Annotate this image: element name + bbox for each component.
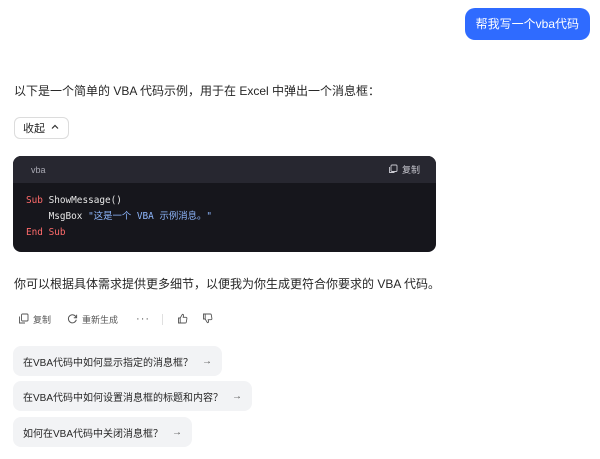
code-language-label: vba [31, 164, 46, 175]
code-copy-button[interactable]: 复制 [388, 163, 420, 176]
arrow-right-icon: → [172, 426, 183, 438]
copy-icon [388, 164, 398, 176]
suggestion-chip[interactable]: 在VBA代码中如何显示指定的消息框？ → [13, 346, 223, 376]
regenerate-button[interactable]: 重新生成 [67, 313, 118, 326]
collapse-label: 收起 [23, 123, 45, 135]
suggestion-text: 在VBA代码中如何显示指定的消息框？ [23, 357, 194, 369]
more-options-button[interactable]: ··· [136, 313, 150, 325]
thumbs-down-icon [202, 313, 213, 326]
chevron-up-icon [50, 122, 60, 135]
regenerate-label: 重新生成 [82, 314, 119, 325]
arrow-right-icon: → [232, 390, 243, 402]
collapse-button[interactable]: 收起 [14, 117, 69, 139]
suggestion-text: 在VBA代码中如何设置消息框的标题和内容？ [23, 392, 224, 404]
reply-followup-text: 你可以根据具体需求提供更多细节，以便我为你生成更符合你要求的 VBA 代码。 [14, 277, 441, 291]
code-string: "这是一个 VBA 示例消息。" [82, 211, 212, 222]
code-content: Sub ShowMessage() MsgBox "这是一个 VBA 示例消息。… [13, 183, 436, 251]
code-text: MsgBox [48, 211, 83, 222]
reply-intro-text: 以下是一个简单的 VBA 代码示例，用于在 Excel 中弹出一个消息框： [14, 84, 381, 98]
user-message-bubble: 帮我写一个vba代码 [464, 8, 590, 40]
code-line-1: Sub ShowMessage() [26, 195, 122, 206]
code-block-header: vba 复制 [13, 156, 436, 183]
message-actions-bar: 复制 重新生成 ··· [18, 311, 213, 327]
dislike-button[interactable] [202, 313, 213, 326]
code-keyword: Sub [26, 195, 43, 206]
copy-icon [18, 313, 29, 326]
code-line-3: End Sub [26, 227, 66, 238]
copy-reply-button[interactable]: 复制 [18, 313, 51, 326]
suggestion-text: 如何在VBA代码中关闭消息框？ [23, 428, 164, 440]
thumbs-up-icon [177, 313, 188, 326]
arrow-right-icon: → [202, 355, 213, 367]
copy-reply-label: 复制 [33, 314, 52, 325]
like-button[interactable] [177, 313, 188, 326]
code-copy-label: 复制 [401, 165, 420, 175]
code-text: ShowMessage() [42, 195, 122, 206]
code-line-2: MsgBox "这是一个 VBA 示例消息。" [26, 211, 212, 222]
suggestion-chip[interactable]: 在VBA代码中如何设置消息框的标题和内容？ → [13, 381, 253, 411]
code-block: vba 复制 Sub ShowMessage() MsgBox "这是一个 VB… [13, 156, 436, 252]
actions-divider [162, 313, 164, 325]
refresh-icon [67, 313, 78, 326]
suggestion-chip[interactable]: 如何在VBA代码中关闭消息框？ → [13, 417, 193, 447]
